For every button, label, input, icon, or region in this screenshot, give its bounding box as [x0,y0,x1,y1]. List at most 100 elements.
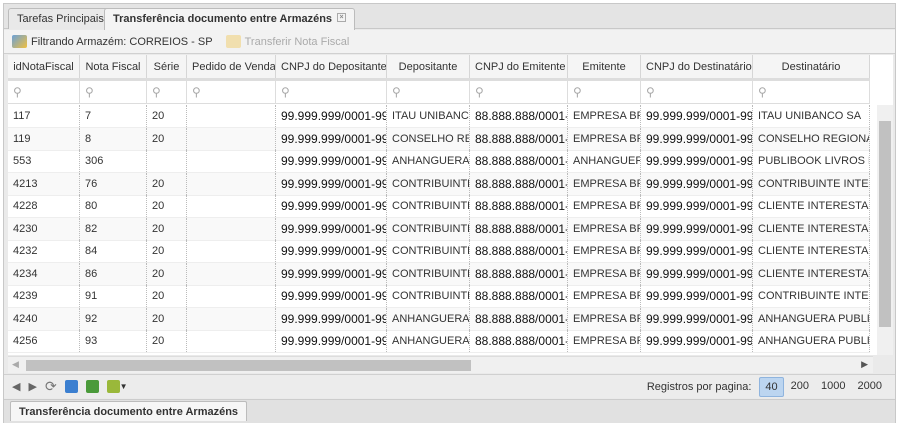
table-cell: 82 [80,217,147,240]
table-cell: EMPRESA BRA [568,240,641,262]
table-cell: 99.999.999/0001-99 [641,195,753,217]
filter-input[interactable]: ⚲ [387,81,470,103]
table-cell: CLIENTE INTERESTADUA [753,262,870,285]
table-cell: EMPRESA BRA [568,285,641,307]
table-cell: 88.888.888/0001-88 [470,262,568,285]
table-row[interactable]: 4228 80 20 99.999.999/0001-99 CONTRIBUINTE 88… [8,195,870,218]
column-header[interactable]: Depositante [387,55,470,78]
filter-input[interactable]: ⚲ [753,81,870,103]
filter-input[interactable]: ⚲ [276,81,387,103]
table-cell: 99.999.999/0001-99 [276,172,387,195]
table-cell: EMPRESA BRA [568,307,641,330]
table-cell: 4213 [8,172,80,195]
scroll-right-arrow-icon[interactable]: ▶ [861,359,868,370]
table-cell: 99.999.999/0001-99 [641,217,753,240]
table-cell: CLIENTE INTERESTADUA [753,195,870,217]
table-cell: 76 [80,172,147,195]
table-cell: PUBLIBOOK LIVROS E PAP [753,150,870,172]
horizontal-scrollbar[interactable]: ▶ ◀ [8,356,873,373]
table-cell [187,172,276,195]
table-row[interactable]: 117 7 20 99.999.999/0001-99 ITAU UNIBANCO 88.… [8,105,870,128]
refresh-icon[interactable]: ⟳ [45,378,57,395]
table-cell: 117 [8,105,80,127]
column-header[interactable]: Destinatário [753,55,870,78]
table-cell: CLIENTE INTERESTADUA [753,240,870,262]
table-cell: 99.999.999/0001-99 [276,127,387,150]
table-cell [187,330,276,352]
filter-input[interactable]: ⚲ [470,81,568,103]
scroll-left-arrow-icon[interactable]: ◀ [12,359,19,370]
table-row[interactable]: 4232 84 20 99.999.999/0001-99 CONTRIBUINTE 88… [8,240,870,263]
vertical-scrollbar[interactable] [877,105,893,355]
edit-filter-icon [12,35,27,48]
table-cell: 92 [80,307,147,330]
export-icon[interactable] [106,380,120,393]
table-cell: 86 [80,262,147,285]
column-header[interactable]: Emitente [568,55,641,78]
table-row[interactable]: 55330699.999.999/0001-99ANHANGUERA P88.8… [8,150,870,173]
filter-input[interactable]: ⚲ [641,81,753,103]
table-cell: 4256 [8,330,80,352]
table-cell: 88.888.888/0001-88 [470,240,568,262]
filter-input[interactable]: ⚲ [568,81,641,103]
scroll-thumb[interactable] [26,360,471,371]
table-cell: EMPRESA BRA [568,172,641,195]
table-cell: 4240 [8,307,80,330]
table-cell: EMPRESA BRA [568,127,641,150]
table-cell [187,127,276,150]
table-cell: 99.999.999/0001-99 [641,307,753,330]
filter-warehouse-button[interactable]: Filtrando Armazém: CORREIOS - SP [12,35,213,48]
table-row[interactable]: 4240922099.999.999/0001-99ANHANGUERA P88… [8,307,870,331]
table-cell: 99.999.999/0001-99 [641,150,753,172]
table-cell: CONTRIBUINTE [387,240,470,262]
table-row[interactable]: 4234 86 20 99.999.999/0001-99 CONTRIBUINTE 88… [8,262,870,286]
table-cell: 20 [147,127,187,150]
page-size-40[interactable]: 40 [759,376,784,397]
table-cell: 88.888.888/0001-88 [470,150,568,172]
tab-transferencia[interactable]: Transferência documento entre Armazéns × [104,8,356,30]
table-row[interactable]: 4230 82 20 99.999.999/0001-99 CONTRIBUINTE 88… [8,217,870,241]
table-row[interactable]: 4256932099.999.999/0001-99ANHANGUERA P88… [8,330,870,353]
tab-tarefas-principais[interactable]: Tarefas Principais [8,8,113,29]
column-header[interactable]: Série [147,55,187,78]
scroll-thumb[interactable] [879,121,891,327]
filter-input[interactable]: ⚲ [147,81,187,103]
bottom-tab-transferencia[interactable]: Transferência documento entre Armazéns [10,401,248,421]
filter-input[interactable]: ⚲ [80,81,147,103]
table-cell: 4232 [8,240,80,262]
table-cell: CONTRIBUINTE [387,195,470,217]
table-cell: 99.999.999/0001-99 [276,240,387,262]
table-cell: 99.999.999/0001-99 [641,127,753,150]
page-size-2000[interactable]: 2000 [853,377,887,397]
table-cell: 99.999.999/0001-99 [276,195,387,217]
table-cell: 88.888.888/0001-88 [470,307,568,330]
check-icon[interactable] [85,380,99,393]
table-cell: CONTRIBUINTE INTERES [753,285,870,307]
page-size-1000[interactable]: 1000 [816,377,850,397]
page-size-200[interactable]: 200 [786,377,814,397]
column-header[interactable]: CNPJ do Emitente [470,55,568,78]
chevron-down-icon[interactable]: ▼ [120,382,128,391]
column-header[interactable]: Nota Fiscal [80,55,147,78]
close-icon[interactable]: × [337,13,347,22]
table-cell: ITAU UNIBANCO [387,105,470,127]
next-page-icon[interactable]: ▶ [28,380,36,393]
table-row[interactable]: 4239 91 20 99.999.999/0001-99 CONTRIBUINTE 88… [8,285,870,308]
filter-input[interactable]: ⚲ [187,81,276,103]
table-cell [187,262,276,285]
table-cell: CONTRIBUINTE [387,285,470,307]
transfer-invoice-button[interactable]: Transferir Nota Fiscal [225,35,349,48]
column-header[interactable]: Pedido de Venda [187,55,276,78]
table-cell: 20 [147,172,187,195]
previous-page-icon[interactable]: ◀ [12,380,20,393]
search-icon[interactable] [64,380,78,393]
table-cell: 99.999.999/0001-99 [641,240,753,262]
column-header[interactable]: CNPJ do Depositante [276,55,387,78]
table-cell: 99.999.999/0001-99 [641,172,753,195]
table-row[interactable]: 4213 76 20 99.999.999/0001-99 CONTRIBUINTE 88… [8,172,870,196]
column-header[interactable]: idNotaFiscal [8,55,80,78]
table-row[interactable]: 11982099.999.999/0001-99CONSELHO REG88.8… [8,127,870,151]
filter-input[interactable]: ⚲ [8,81,80,103]
table-cell: EMPRESA BRA [568,217,641,240]
column-header[interactable]: CNPJ do Destinatário [641,55,753,78]
